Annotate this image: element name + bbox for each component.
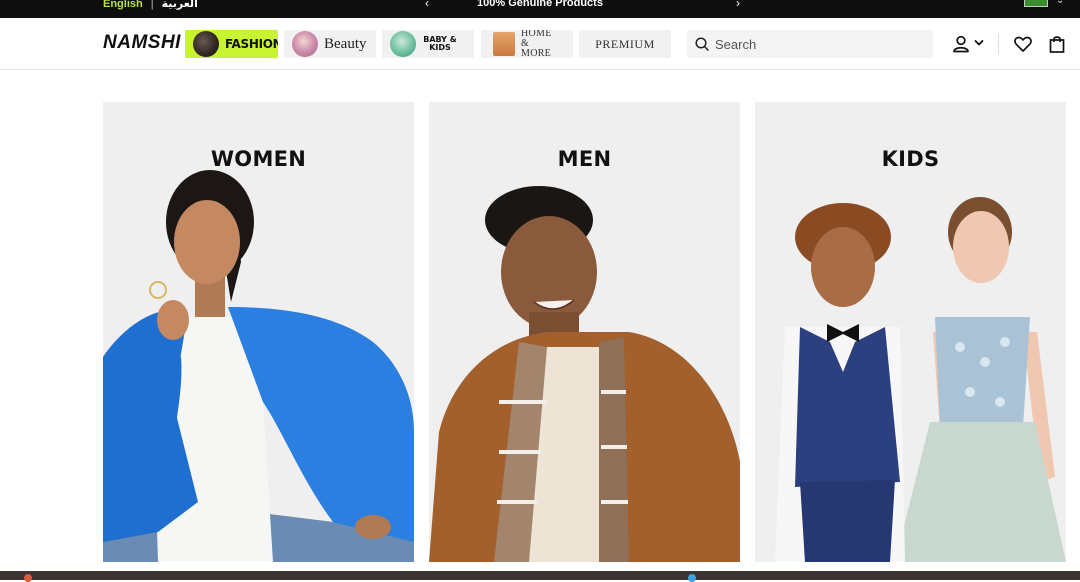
- main-header: NAMSHI FASHION Beauty BABY & KIDS HOME &…: [0, 18, 1080, 70]
- category-title-kids: KIDS: [881, 147, 940, 171]
- taskbar-app-icon[interactable]: [688, 574, 696, 582]
- country-chevron-icon[interactable]: ⌄: [1056, 0, 1064, 6]
- taskbar-app-icon[interactable]: [24, 574, 32, 582]
- tab-premium[interactable]: PREMIUM: [579, 30, 671, 58]
- header-divider: [998, 34, 999, 54]
- promo-next-arrow-icon[interactable]: ›: [736, 0, 740, 10]
- tab-fashion-label: FASHION: [225, 37, 278, 51]
- promo-message: 100% Genuine Products: [477, 0, 603, 9]
- tab-baby-kids[interactable]: BABY & KIDS: [382, 30, 474, 58]
- bag-icon[interactable]: [1047, 34, 1067, 54]
- beauty-thumbnail-icon: [292, 31, 318, 57]
- kids-model-image: [775, 197, 1066, 562]
- category-card-men[interactable]: MEN: [429, 102, 740, 562]
- promo-prev-arrow-icon[interactable]: ‹: [425, 0, 429, 10]
- tab-beauty-label: Beauty: [324, 35, 367, 52]
- fashion-thumbnail-icon: [193, 31, 219, 57]
- tab-baby-kids-label: BABY & KIDS: [423, 35, 457, 52]
- category-card-women[interactable]: WOMEN: [103, 102, 414, 562]
- tab-home-more[interactable]: HOME & MORE: [481, 30, 573, 58]
- search-input[interactable]: [715, 36, 915, 52]
- user-icon[interactable]: [951, 34, 971, 54]
- category-title-men: MEN: [557, 147, 612, 171]
- country-flag-icon[interactable]: [1024, 0, 1048, 7]
- chevron-down-icon[interactable]: [973, 37, 985, 49]
- home-thumbnail-icon: [493, 32, 515, 56]
- tab-premium-label: PREMIUM: [595, 36, 655, 51]
- announcement-bar: English | العربية 100% Genuine Products …: [0, 0, 1080, 18]
- taskbar-strip: [0, 571, 1080, 582]
- tab-beauty[interactable]: Beauty: [284, 30, 376, 58]
- heart-icon[interactable]: [1013, 34, 1033, 54]
- search-icon: [695, 37, 709, 51]
- tab-home-more-label: HOME & MORE: [521, 30, 552, 58]
- search-bar[interactable]: [687, 30, 933, 58]
- baby-kids-thumbnail-icon: [390, 31, 416, 57]
- men-model-image: [429, 186, 740, 562]
- tab-fashion[interactable]: FASHION: [185, 30, 278, 58]
- category-title-women: WOMEN: [210, 147, 307, 171]
- category-card-kids[interactable]: KIDS: [755, 102, 1066, 562]
- namshi-logo[interactable]: NAMSHI: [103, 32, 181, 54]
- women-model-image: [103, 170, 414, 562]
